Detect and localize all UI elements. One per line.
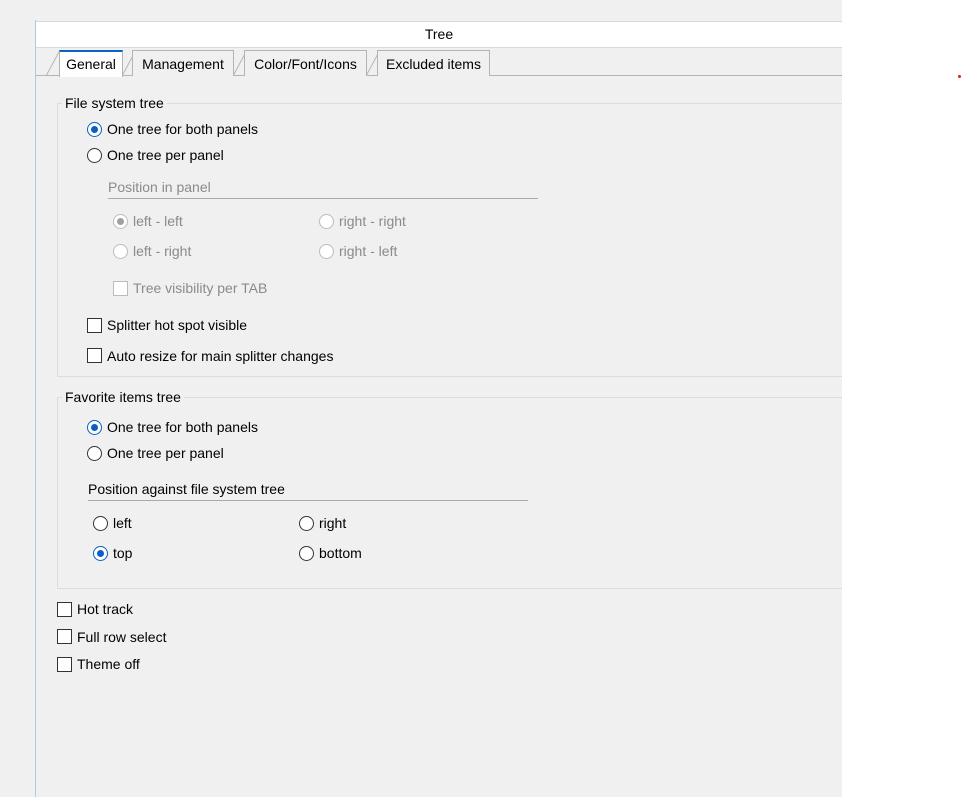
pos-right-left-label: right - left (339, 243, 398, 259)
pos-left-left-label: left - left (133, 213, 183, 229)
pos-left-right-radio[interactable] (113, 244, 128, 259)
theme-off-label: Theme off (77, 656, 140, 672)
position-against-label: Position against file system tree (88, 481, 285, 497)
panel-title: Tree (36, 21, 842, 48)
fs-one-tree-both-label: One tree for both panels (107, 121, 258, 137)
pos-right-right-radio[interactable] (319, 214, 334, 229)
left-strip (0, 0, 36, 797)
pos-right-left-radio[interactable] (319, 244, 334, 259)
fav-pos-bottom-label: bottom (319, 545, 362, 561)
top-strip (36, 0, 842, 20)
fav-one-tree-both-radio[interactable] (87, 420, 102, 435)
file-system-tree-legend: File system tree (62, 95, 167, 111)
position-against-separator (88, 500, 528, 501)
fav-pos-bottom-radio[interactable] (299, 546, 314, 561)
fs-one-tree-per-panel-label: One tree per panel (107, 147, 224, 163)
tab-excluded-items[interactable]: Excluded items (377, 50, 490, 76)
tab-general[interactable]: General (59, 50, 123, 77)
pos-right-right-label: right - right (339, 213, 406, 229)
auto-resize-label: Auto resize for main splitter changes (107, 348, 334, 364)
splitter-hot-spot-checkbox[interactable] (87, 318, 102, 333)
position-in-panel-separator (108, 198, 538, 199)
hot-track-checkbox[interactable] (57, 602, 72, 617)
fav-one-tree-per-panel-radio[interactable] (87, 446, 102, 461)
fav-one-tree-both-label: One tree for both panels (107, 419, 258, 435)
fav-pos-left-label: left (113, 515, 132, 531)
tab-edge-decoration (46, 50, 60, 76)
fav-one-tree-per-panel-label: One tree per panel (107, 445, 224, 461)
pos-left-left-radio[interactable] (113, 214, 128, 229)
fav-pos-top-label: top (113, 545, 133, 561)
file-system-tree-group (57, 103, 842, 377)
splitter-hot-spot-label: Splitter hot spot visible (107, 317, 248, 333)
fs-one-tree-both-radio[interactable] (87, 122, 102, 137)
pos-left-right-label: left - right (133, 243, 192, 259)
fs-one-tree-per-panel-radio[interactable] (87, 148, 102, 163)
fav-pos-top-radio[interactable] (93, 546, 108, 561)
hot-track-label: Hot track (77, 601, 134, 617)
tree-visibility-per-tab-label: Tree visibility per TAB (133, 280, 268, 296)
full-row-select-label: Full row select (77, 629, 167, 645)
position-in-panel-label: Position in panel (108, 179, 211, 195)
fav-pos-right-label: right (319, 515, 347, 531)
tab-management[interactable]: Management (132, 50, 234, 76)
favorite-items-tree-legend: Favorite items tree (62, 389, 184, 405)
fav-pos-right-radio[interactable] (299, 516, 314, 531)
tab-color-font-icons[interactable]: Color/Font/Icons (244, 50, 367, 76)
auto-resize-checkbox[interactable] (87, 348, 102, 363)
red-dot-marker (958, 75, 961, 78)
tree-visibility-per-tab-checkbox[interactable] (113, 281, 128, 296)
fav-pos-left-radio[interactable] (93, 516, 108, 531)
theme-off-checkbox[interactable] (57, 657, 72, 672)
full-row-select-checkbox[interactable] (57, 629, 72, 644)
